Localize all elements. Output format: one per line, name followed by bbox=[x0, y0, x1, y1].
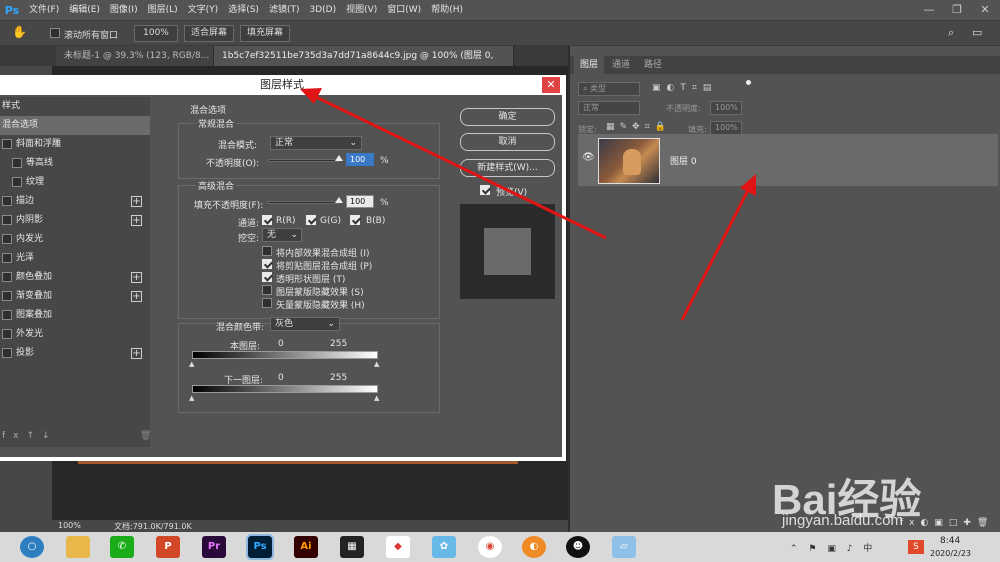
arrowhead-dialog bbox=[300, 88, 322, 104]
arrow-to-dialog-title bbox=[315, 95, 607, 240]
arrow-to-layer bbox=[680, 185, 752, 321]
annotation-arrows bbox=[300, 88, 756, 321]
